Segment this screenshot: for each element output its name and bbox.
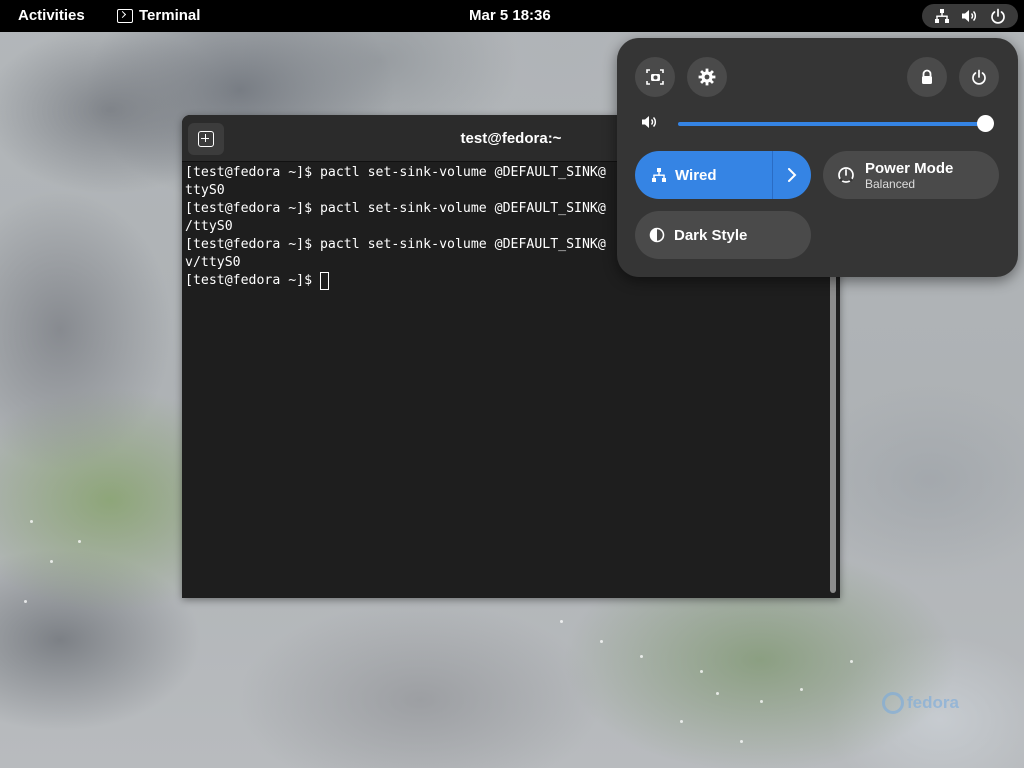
power-mode-toggle[interactable]: Power Mode Balanced <box>823 151 999 199</box>
activities-button[interactable]: Activities <box>18 7 85 24</box>
settings-button[interactable] <box>687 57 727 97</box>
wallpaper-speck <box>50 560 53 563</box>
power-mode-label: Power Mode <box>865 159 954 177</box>
dark-style-icon <box>649 227 665 243</box>
power-off-button[interactable] <box>959 57 999 97</box>
wallpaper-speck <box>640 655 643 658</box>
wired-toggle-main[interactable]: Wired <box>635 151 772 199</box>
power-icon <box>991 8 1006 24</box>
volume-slider-handle[interactable] <box>977 115 994 132</box>
lock-button[interactable] <box>907 57 947 97</box>
wired-label: Wired <box>675 166 717 184</box>
power-icon <box>972 69 986 85</box>
system-menu-button[interactable] <box>922 4 1018 28</box>
wallpaper-speck <box>740 740 743 743</box>
wallpaper-speck <box>700 670 703 673</box>
terminal-prompt: [test@fedora ~]$ <box>185 273 320 288</box>
volume-icon <box>961 10 976 22</box>
wallpaper-speck <box>560 620 563 623</box>
wallpaper-speck <box>716 692 719 695</box>
lock-icon <box>922 69 932 84</box>
app-name-label: Terminal <box>139 7 201 24</box>
fedora-logo: fedora <box>882 692 959 714</box>
network-wired-icon <box>934 9 949 23</box>
wallpaper-speck <box>78 540 81 543</box>
volume-slider[interactable] <box>678 122 985 126</box>
wallpaper-speck <box>24 600 27 603</box>
gear-icon <box>698 68 716 86</box>
power-mode-text: Power Mode Balanced <box>865 160 953 191</box>
screenshot-icon <box>646 69 664 85</box>
wired-toggle[interactable]: Wired <box>635 151 811 199</box>
volume-icon <box>642 116 656 128</box>
wallpaper-speck <box>680 720 683 723</box>
power-mode-value: Balanced <box>865 176 916 191</box>
wallpaper-speck <box>30 520 33 523</box>
dark-style-toggle[interactable]: Dark Style <box>635 211 811 259</box>
wallpaper-speck <box>850 660 853 663</box>
chevron-right-icon <box>788 168 797 182</box>
terminal-icon <box>117 8 133 23</box>
terminal-scrollbar[interactable] <box>830 273 836 593</box>
dark-style-label: Dark Style <box>674 226 748 244</box>
wallpaper-speck <box>600 640 603 643</box>
quick-settings-panel: Wired Power Mode Balanced Dark Style <box>617 38 1018 277</box>
power-profile-icon <box>838 167 854 183</box>
fedora-logo-icon <box>882 692 904 714</box>
fedora-logo-text: fedora <box>907 693 959 712</box>
clock-button[interactable]: Mar 5 18:36 <box>469 7 551 24</box>
wired-menu-button[interactable] <box>773 151 811 199</box>
app-menu-button[interactable]: Terminal <box>117 7 200 24</box>
wallpaper-speck <box>760 700 763 703</box>
wallpaper-speck <box>800 688 803 691</box>
top-bar: Activities Terminal Mar 5 18:36 <box>0 0 1024 32</box>
terminal-cursor <box>319 272 329 290</box>
network-wired-icon <box>652 168 666 182</box>
screenshot-button[interactable] <box>635 57 675 97</box>
